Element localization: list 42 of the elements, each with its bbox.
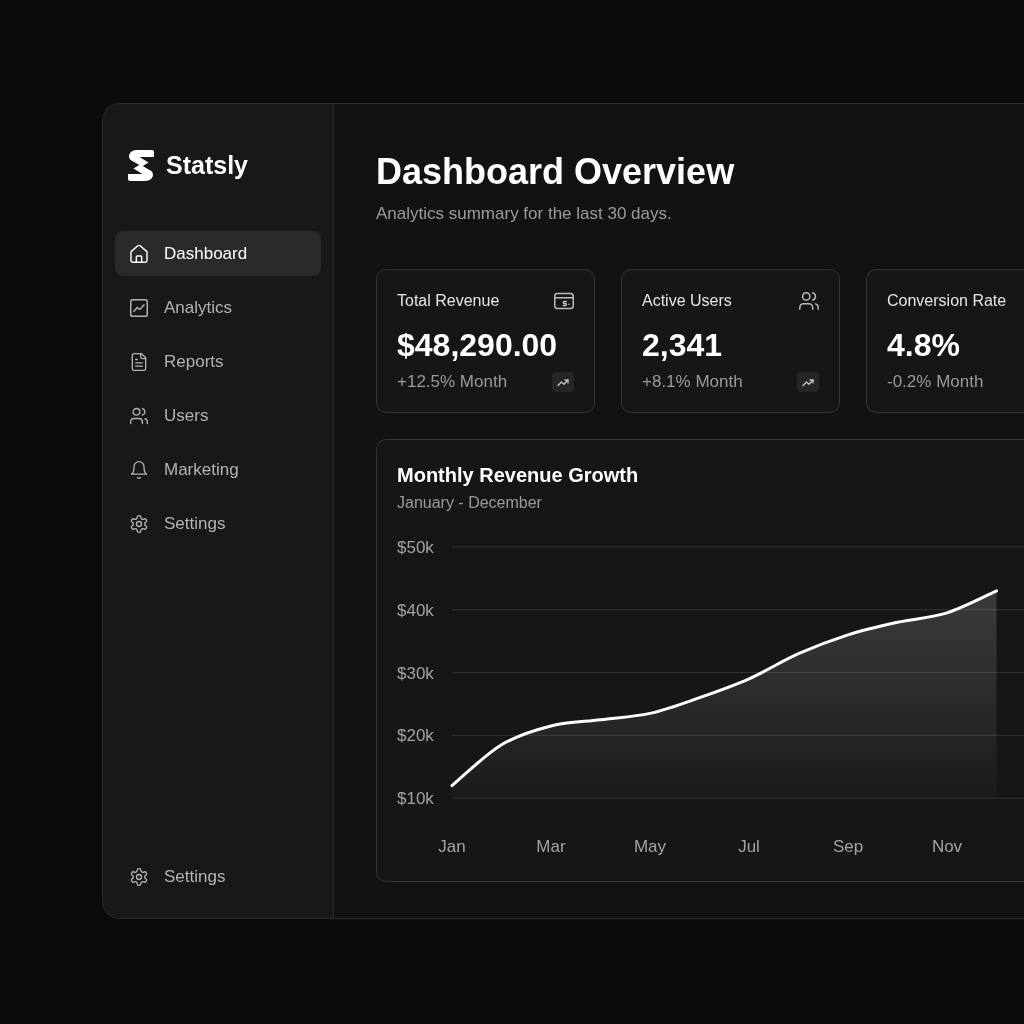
y-axis-label: $40k [397,600,434,620]
nav-item[interactable]: Marketing [115,447,321,492]
x-axis-label: Sep [832,837,864,856]
x-axis-label: Jan [438,837,466,856]
x-axis-label: May [633,837,667,856]
card-change: +12.5% Month [397,371,508,393]
settings-icon [130,514,148,533]
card-value: $48,290.00 [397,326,559,365]
nav-item[interactable]: Settings [115,501,321,546]
nav-item[interactable]: Dashboard [115,231,321,276]
y-axis-label: $30k [397,663,434,683]
x-axis-label: Jul [738,837,760,856]
y-axis-label: $10k [397,789,434,809]
y-axis-label: $50k [397,537,434,557]
bell-icon [130,460,148,479]
card-label: Total Revenue [397,291,500,311]
brand-name: Statsly [166,150,248,181]
nav-item[interactable]: Analytics [115,285,321,330]
chart-subtitle: January - December [397,493,543,513]
nav-item[interactable]: Users [115,393,321,438]
settings-icon [130,867,148,886]
nav-item[interactable]: Settings [115,854,321,899]
logo-icon [128,150,154,181]
card-label: Conversion Rate [887,291,1007,311]
card-value: 4.8% [887,326,961,365]
x-axis-label: Nov [931,837,963,856]
y-axis-label: $20k [397,726,434,746]
page-subtitle: Analytics summary for the last 30 days. [376,203,673,225]
page-title: Dashboard Overview [376,150,736,194]
card-label: Active Users [642,291,732,311]
card-change: -0.2% Month [887,371,984,393]
chart-title: Monthly Revenue Growth [397,463,640,488]
nav-item[interactable]: Reports [115,339,321,384]
wallet-icon [554,292,574,310]
users-icon [130,406,148,425]
chart-icon [130,298,148,317]
users-icon [799,292,819,310]
document-icon [130,352,148,371]
card-change: +8.1% Month [642,371,743,393]
home-icon [130,244,148,263]
card-value: 2,341 [642,326,724,365]
x-axis-label: Mar [536,837,566,856]
